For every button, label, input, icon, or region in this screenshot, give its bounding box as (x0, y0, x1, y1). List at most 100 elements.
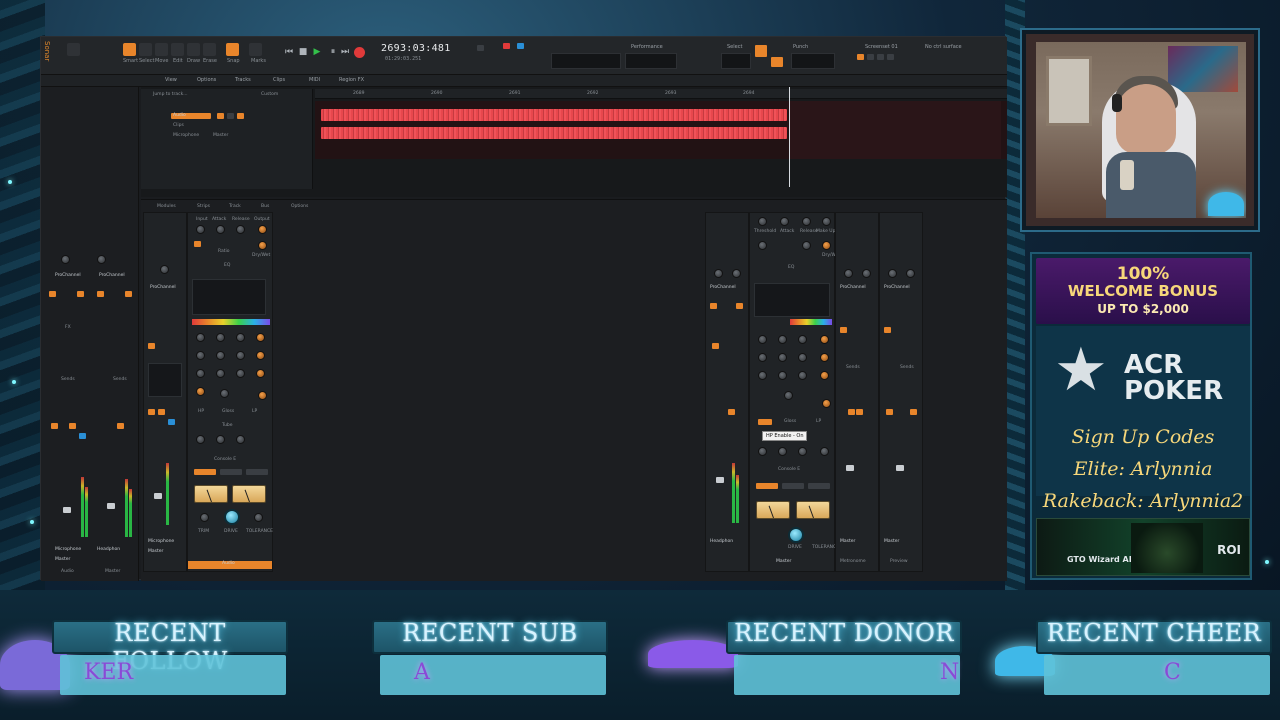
eq-band-selector[interactable] (790, 319, 832, 325)
screenset-3-button[interactable] (877, 54, 884, 60)
snap-button[interactable] (226, 43, 239, 56)
attack-knob[interactable] (780, 217, 789, 226)
gain-knob[interactable] (714, 269, 723, 278)
move-tool-button[interactable] (155, 43, 168, 56)
fx-enable-button[interactable] (125, 291, 132, 297)
eq-graph[interactable] (754, 283, 830, 317)
playhead[interactable] (789, 87, 790, 187)
eq-knob[interactable] (820, 335, 829, 344)
menu-tracks[interactable]: Tracks (235, 77, 251, 83)
metronome-button[interactable] (517, 43, 524, 49)
makeup-knob[interactable] (822, 217, 831, 226)
input-knob[interactable] (196, 225, 205, 234)
mute-button[interactable] (848, 409, 855, 415)
mute-button[interactable] (728, 409, 735, 415)
console-type-button[interactable] (246, 469, 268, 475)
trim-knob[interactable] (200, 513, 209, 522)
console-type-button[interactable] (756, 483, 778, 489)
pan-knob[interactable] (732, 269, 741, 278)
fx-bin[interactable] (148, 363, 182, 397)
eq-knob[interactable] (196, 387, 205, 396)
fx-enable-button[interactable] (736, 303, 743, 309)
eq-q-knob[interactable] (798, 371, 807, 380)
eq-freq-knob[interactable] (196, 333, 205, 342)
eq-freq-knob[interactable] (758, 335, 767, 344)
eq-freq-knob[interactable] (758, 371, 767, 380)
mute-button[interactable] (886, 409, 893, 415)
draw-tool-button[interactable] (187, 43, 200, 56)
menu-midi[interactable]: MIDI (309, 77, 320, 83)
gain-knob[interactable] (97, 255, 106, 264)
dry-wet-knob[interactable] (258, 241, 267, 250)
drive-knob[interactable] (788, 527, 804, 543)
pan-knob[interactable] (862, 269, 871, 278)
threshold-knob[interactable] (758, 217, 767, 226)
punch-mode-button[interactable] (771, 57, 783, 67)
volume-fader[interactable] (154, 493, 162, 499)
audio-waveform[interactable] (321, 127, 787, 139)
marks-button[interactable] (249, 43, 262, 56)
loop-button[interactable] (477, 45, 484, 51)
stop-icon[interactable]: ■ (297, 46, 309, 58)
drive-knob[interactable] (778, 447, 787, 456)
mute-button[interactable] (217, 113, 224, 119)
fx-enable-button[interactable] (97, 291, 104, 297)
volume-fader[interactable] (846, 465, 854, 471)
volume-fader[interactable] (896, 465, 904, 471)
eq-knob[interactable] (820, 353, 829, 362)
volume-fader[interactable] (716, 477, 724, 483)
screenset-4-button[interactable] (887, 54, 894, 60)
console-menu-strips[interactable]: Strips (197, 204, 210, 209)
menu-options[interactable]: Options (197, 77, 216, 83)
arm-button[interactable] (237, 113, 244, 119)
eq-freq-knob[interactable] (196, 369, 205, 378)
eq-q-knob[interactable] (798, 335, 807, 344)
eq-gain-knob[interactable] (778, 371, 787, 380)
select-mode-button[interactable] (755, 45, 767, 57)
eq-knob[interactable] (256, 351, 265, 360)
screenset-2-button[interactable] (867, 54, 874, 60)
eq-knob[interactable] (256, 369, 265, 378)
volume-fader[interactable] (107, 503, 115, 509)
tube-knob[interactable] (820, 447, 829, 456)
eq-q-knob[interactable] (798, 353, 807, 362)
screenset-1-button[interactable] (857, 54, 864, 60)
fx-enable-button[interactable] (712, 343, 719, 349)
pan-knob[interactable] (906, 269, 915, 278)
eq-gain-knob[interactable] (216, 333, 225, 342)
smart-tool-button[interactable] (123, 43, 136, 56)
fx-enable-button[interactable] (710, 303, 717, 309)
volume-fader[interactable] (63, 507, 71, 513)
eq-gain-knob[interactable] (216, 369, 225, 378)
attack-knob[interactable] (216, 225, 225, 234)
eq-knob[interactable] (258, 391, 267, 400)
eq-knob[interactable] (256, 333, 265, 342)
input-echo-button[interactable] (168, 419, 175, 425)
input-echo-button[interactable] (79, 433, 86, 439)
output-knob[interactable] (798, 447, 807, 456)
fx-enable-button[interactable] (77, 291, 84, 297)
pause-icon[interactable]: ⏸ (327, 46, 339, 58)
timeline-ruler[interactable]: 2689 2690 2691 2692 2693 2694 (315, 89, 1007, 99)
slope-knob[interactable] (784, 391, 793, 400)
console-type-button[interactable] (194, 469, 216, 475)
record-button[interactable] (354, 47, 365, 58)
console-menu-track[interactable]: Track (229, 204, 241, 209)
gain-knob[interactable] (61, 255, 70, 264)
eq-q-knob[interactable] (236, 351, 245, 360)
hpf-knob[interactable] (758, 241, 767, 250)
project-icon[interactable] (67, 43, 80, 56)
fx-enable-button[interactable] (884, 327, 891, 333)
ratio-knob[interactable] (802, 241, 811, 250)
eq-q-knob[interactable] (236, 369, 245, 378)
fast-forward-icon[interactable]: ⏭ (339, 46, 351, 58)
gain-knob[interactable] (888, 269, 897, 278)
solo-button[interactable] (856, 409, 863, 415)
fx-enable-button[interactable] (148, 343, 155, 349)
drive-knob[interactable] (224, 509, 240, 525)
eq-graph[interactable] (192, 279, 266, 315)
eq-knob[interactable] (820, 371, 829, 380)
solo-button[interactable] (227, 113, 234, 119)
gain-knob[interactable] (844, 269, 853, 278)
gain-knob[interactable] (160, 265, 169, 274)
